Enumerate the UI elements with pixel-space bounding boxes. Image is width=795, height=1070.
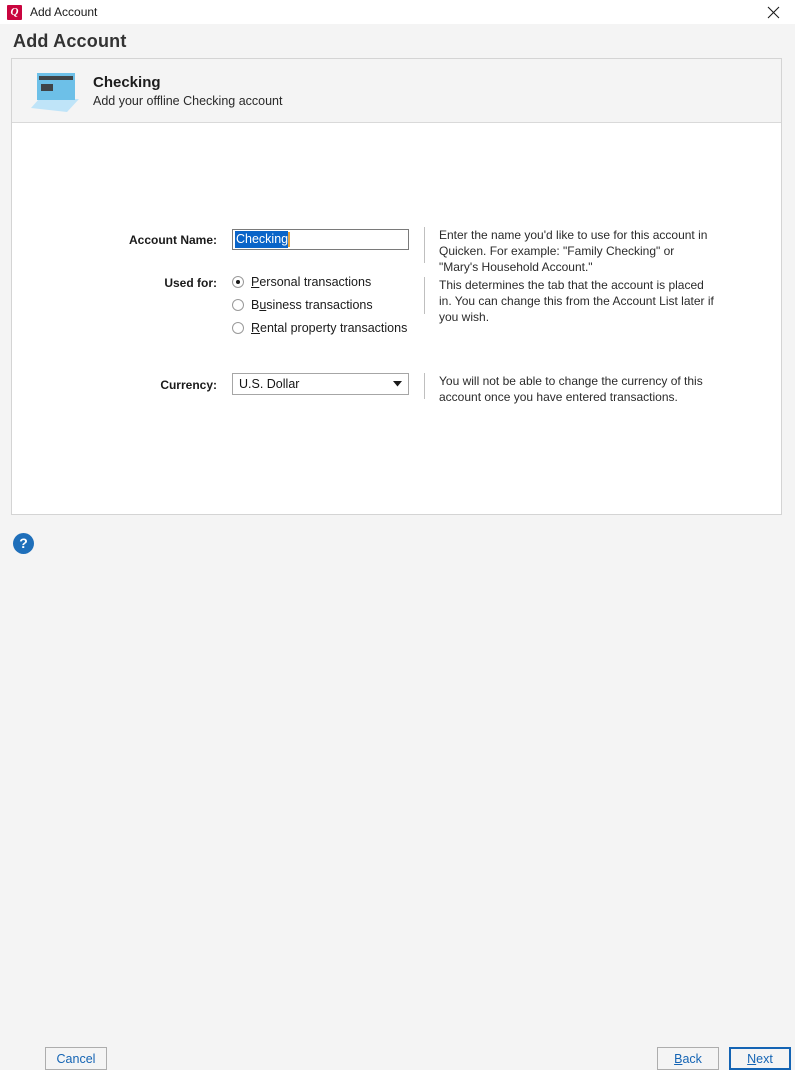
panel-subtitle: Add your offline Checking account bbox=[93, 93, 283, 108]
radio-rental-label: Rental property transactions bbox=[251, 321, 408, 335]
radio-business-label: Business transactions bbox=[251, 298, 373, 312]
radio-personal-label: Personal transactions bbox=[251, 275, 372, 289]
radio-button-icon[interactable] bbox=[232, 322, 244, 334]
page-title: Add Account bbox=[0, 24, 795, 58]
dialog-footer: ? Cancel Back Next bbox=[0, 516, 795, 1070]
help-divider bbox=[424, 227, 425, 263]
account-name-label: Account Name: bbox=[128, 233, 217, 247]
credit-card-icon bbox=[29, 69, 81, 113]
radio-personal-transactions[interactable]: Personal transactions bbox=[232, 274, 371, 290]
window-title: Add Account bbox=[30, 5, 98, 19]
currency-help-text: You will not be able to change the curre… bbox=[439, 374, 703, 404]
help-divider bbox=[424, 373, 425, 399]
help-divider bbox=[424, 277, 425, 314]
window-titlebar: Q Add Account bbox=[0, 0, 795, 24]
account-name-value: Checking bbox=[235, 231, 289, 248]
used-for-help-text: This determines the tab that the account… bbox=[439, 278, 714, 324]
panel-title: Checking bbox=[93, 73, 161, 91]
account-name-help-text: Enter the name you'd like to use for thi… bbox=[439, 228, 708, 274]
currency-select[interactable]: U.S. Dollar bbox=[232, 373, 409, 395]
add-account-panel: Checking Add your offline Checking accou… bbox=[11, 58, 782, 515]
question-mark-icon[interactable]: ? bbox=[13, 533, 34, 554]
back-button[interactable]: Back bbox=[657, 1047, 719, 1070]
panel-header: Checking Add your offline Checking accou… bbox=[12, 59, 781, 123]
text-caret bbox=[288, 232, 291, 247]
close-icon[interactable] bbox=[751, 0, 795, 24]
cancel-button[interactable]: Cancel bbox=[45, 1047, 107, 1070]
next-button-label: Next bbox=[747, 1051, 773, 1066]
currency-value: U.S. Dollar bbox=[239, 377, 300, 391]
radio-button-icon[interactable] bbox=[232, 276, 244, 288]
radio-business-transactions[interactable]: Business transactions bbox=[232, 297, 373, 313]
back-button-label: Back bbox=[674, 1051, 702, 1066]
account-name-input[interactable]: Checking bbox=[232, 229, 409, 250]
radio-button-icon[interactable] bbox=[232, 299, 244, 311]
currency-label: Currency: bbox=[160, 378, 217, 392]
radio-rental-transactions[interactable]: Rental property transactions bbox=[232, 320, 407, 336]
quicken-q-logo: Q bbox=[7, 4, 22, 20]
used-for-label: Used for: bbox=[164, 276, 217, 290]
next-button[interactable]: Next bbox=[729, 1047, 791, 1070]
chevron-down-icon[interactable] bbox=[387, 374, 408, 394]
